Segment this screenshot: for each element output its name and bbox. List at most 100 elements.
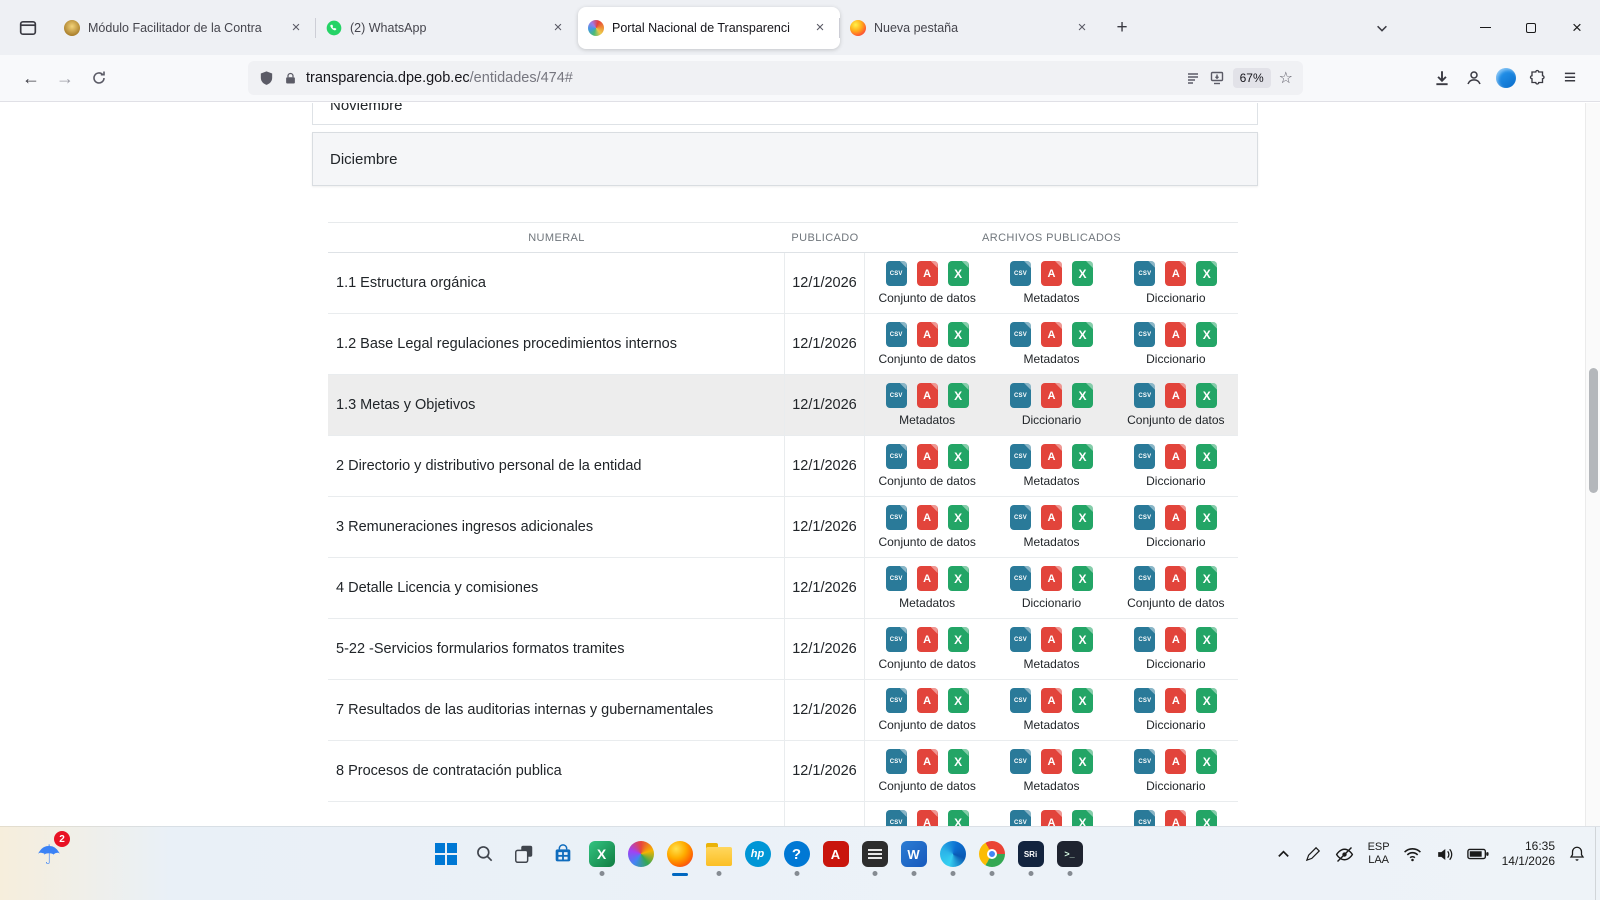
pdf-file-icon[interactable]: A: [1041, 810, 1062, 826]
menu-button[interactable]: ≡: [1554, 62, 1586, 94]
pdf-file-icon[interactable]: A: [917, 261, 938, 286]
tab-modulo-facilitador[interactable]: Módulo Facilitador de la Contra ×: [54, 7, 316, 49]
csv-file-icon[interactable]: CSV: [886, 261, 907, 286]
pdf-file-icon[interactable]: A: [917, 627, 938, 652]
privacy-tray-button[interactable]: [1334, 844, 1355, 865]
pdf-file-icon[interactable]: A: [1041, 566, 1062, 591]
pdf-file-icon[interactable]: A: [917, 444, 938, 469]
file-explorer-button[interactable]: [700, 827, 737, 881]
pdf-file-icon[interactable]: A: [1165, 505, 1186, 530]
xls-file-icon[interactable]: X: [948, 627, 969, 652]
xls-file-icon[interactable]: X: [948, 810, 969, 826]
firefox-button[interactable]: [661, 827, 698, 881]
csv-file-icon[interactable]: CSV: [1010, 749, 1031, 774]
csv-file-icon[interactable]: CSV: [1010, 444, 1031, 469]
csv-file-icon[interactable]: CSV: [1134, 627, 1155, 652]
bookmark-star-icon[interactable]: ☆: [1279, 68, 1293, 88]
notification-center-button[interactable]: [1568, 845, 1586, 863]
scrollbar-thumb[interactable]: [1589, 368, 1598, 493]
xls-file-icon[interactable]: X: [1072, 444, 1093, 469]
pdf-file-icon[interactable]: A: [1041, 627, 1062, 652]
xls-file-icon[interactable]: X: [1072, 810, 1093, 826]
xls-file-icon[interactable]: X: [948, 261, 969, 286]
forward-button[interactable]: →: [48, 61, 82, 95]
start-button[interactable]: [427, 827, 464, 881]
hp-button[interactable]: hp: [739, 827, 776, 881]
address-bar[interactable]: transparencia.dpe.gob.ec/entidades/474# …: [248, 61, 1303, 95]
tracking-shield-icon[interactable]: [258, 70, 275, 87]
csv-file-icon[interactable]: CSV: [886, 566, 907, 591]
reader-mode-icon[interactable]: [1185, 70, 1201, 86]
csv-file-icon[interactable]: CSV: [886, 383, 907, 408]
xls-file-icon[interactable]: X: [1196, 505, 1217, 530]
pdf-file-icon[interactable]: A: [917, 688, 938, 713]
csv-file-icon[interactable]: CSV: [886, 810, 907, 826]
csv-file-icon[interactable]: CSV: [1134, 688, 1155, 713]
pdf-file-icon[interactable]: A: [1165, 261, 1186, 286]
terminal-button[interactable]: >_: [1051, 827, 1088, 881]
extensions-button[interactable]: [1522, 62, 1554, 94]
csv-file-icon[interactable]: CSV: [886, 322, 907, 347]
csv-file-icon[interactable]: CSV: [1134, 261, 1155, 286]
list-all-tabs-button[interactable]: [1364, 10, 1400, 46]
pdf-file-icon[interactable]: A: [1165, 566, 1186, 591]
save-page-icon[interactable]: [1209, 70, 1225, 86]
pdf-file-icon[interactable]: A: [1041, 688, 1062, 713]
battery-button[interactable]: [1467, 848, 1489, 860]
pdf-file-icon[interactable]: A: [917, 566, 938, 591]
csv-file-icon[interactable]: CSV: [1134, 566, 1155, 591]
xls-file-icon[interactable]: X: [948, 444, 969, 469]
xls-file-icon[interactable]: X: [1072, 566, 1093, 591]
browser-extension-button[interactable]: [1490, 62, 1522, 94]
firefox-view-button[interactable]: [10, 10, 46, 46]
accordion-noviembre[interactable]: Noviembre: [312, 103, 1258, 125]
language-indicator[interactable]: ESPLAA: [1368, 841, 1390, 867]
maximize-button[interactable]: [1508, 0, 1554, 55]
xls-file-icon[interactable]: X: [948, 383, 969, 408]
word-button[interactable]: W: [895, 827, 932, 881]
xls-file-icon[interactable]: X: [948, 505, 969, 530]
zoom-level-badge[interactable]: 67%: [1233, 68, 1271, 88]
new-tab-button[interactable]: +: [1106, 12, 1138, 44]
pdf-file-icon[interactable]: A: [1041, 383, 1062, 408]
pdf-file-icon[interactable]: A: [1165, 810, 1186, 826]
xls-file-icon[interactable]: X: [948, 322, 969, 347]
csv-file-icon[interactable]: CSV: [1010, 505, 1031, 530]
clock[interactable]: 16:3514/1/2026: [1502, 839, 1555, 869]
pdf-file-icon[interactable]: A: [1041, 444, 1062, 469]
pdf-file-icon[interactable]: A: [1165, 749, 1186, 774]
xls-file-icon[interactable]: X: [1196, 566, 1217, 591]
reload-button[interactable]: [82, 61, 116, 95]
xls-file-icon[interactable]: X: [1196, 810, 1217, 826]
xls-file-icon[interactable]: X: [1072, 261, 1093, 286]
csv-file-icon[interactable]: CSV: [1134, 383, 1155, 408]
search-button[interactable]: [466, 827, 503, 881]
tray-overflow-button[interactable]: [1276, 847, 1291, 862]
weather-widget[interactable]: ☂ 2: [26, 833, 72, 877]
pdf-file-icon[interactable]: A: [1041, 261, 1062, 286]
close-window-button[interactable]: ×: [1554, 0, 1600, 55]
xls-file-icon[interactable]: X: [1196, 383, 1217, 408]
xls-file-icon[interactable]: X: [1196, 322, 1217, 347]
pdf-file-icon[interactable]: A: [917, 322, 938, 347]
csv-file-icon[interactable]: CSV: [1134, 749, 1155, 774]
xls-file-icon[interactable]: X: [1072, 322, 1093, 347]
pdf-file-icon[interactable]: A: [1041, 505, 1062, 530]
tab-close-icon[interactable]: ×: [548, 18, 568, 38]
wifi-button[interactable]: [1403, 845, 1422, 864]
tab-close-icon[interactable]: ×: [286, 18, 306, 38]
show-desktop-button[interactable]: [1595, 827, 1600, 900]
xls-file-icon[interactable]: X: [1196, 749, 1217, 774]
lock-icon[interactable]: [283, 71, 298, 86]
csv-file-icon[interactable]: CSV: [1010, 810, 1031, 826]
csv-file-icon[interactable]: CSV: [886, 505, 907, 530]
xls-file-icon[interactable]: X: [1196, 688, 1217, 713]
csv-file-icon[interactable]: CSV: [1010, 383, 1031, 408]
account-button[interactable]: [1458, 62, 1490, 94]
csv-file-icon[interactable]: CSV: [1010, 627, 1031, 652]
minimize-button[interactable]: [1462, 0, 1508, 55]
xls-file-icon[interactable]: X: [1196, 627, 1217, 652]
xls-file-icon[interactable]: X: [1072, 688, 1093, 713]
xls-file-icon[interactable]: X: [1072, 749, 1093, 774]
xls-file-icon[interactable]: X: [1196, 261, 1217, 286]
